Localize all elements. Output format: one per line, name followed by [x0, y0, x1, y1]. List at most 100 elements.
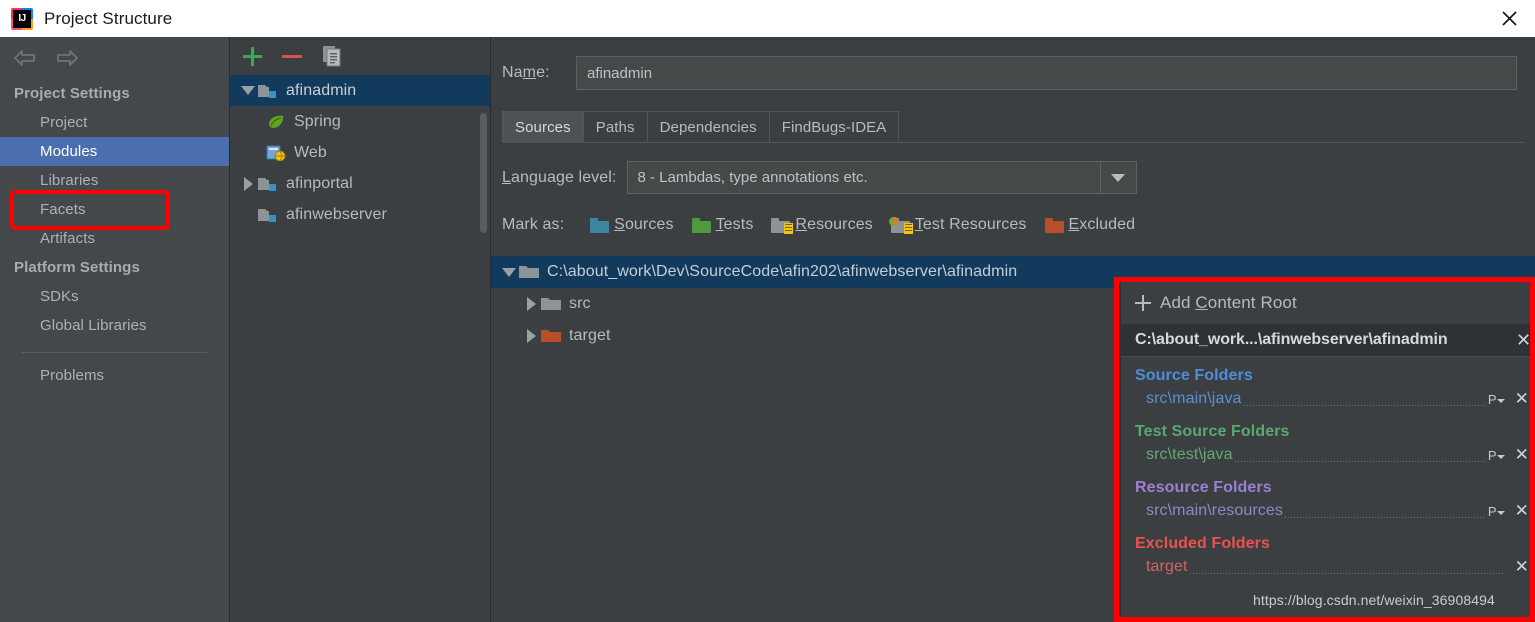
module-tree-row-web[interactable]: Web	[230, 137, 490, 168]
logo-text: IJ	[13, 9, 31, 28]
test-source-folder-item[interactable]: src\test\java P ✕	[1121, 441, 1535, 469]
close-icon[interactable]: ✕	[1515, 557, 1529, 577]
mark-as-row: Mark as: Sources Tests Resources Test Re…	[491, 194, 1535, 234]
test-resources-folder-icon	[888, 216, 913, 234]
close-icon[interactable]: ✕	[1515, 501, 1529, 521]
plus-icon	[1135, 294, 1151, 311]
minus-icon[interactable]	[280, 44, 304, 68]
watermark-text: https://blog.csdn.net/weixin_36908494	[1253, 592, 1495, 608]
window-title: Project Structure	[44, 8, 173, 28]
mark-as-test-resources-button[interactable]: Test Resources	[888, 216, 1027, 234]
add-content-root-button[interactable]: Add Content Root	[1121, 281, 1535, 324]
close-icon[interactable]: ✕	[1515, 445, 1529, 465]
content-root-path: C:\about_work\Dev\SourceCode\afin202\afi…	[547, 263, 1018, 280]
web-facet-icon	[266, 145, 288, 161]
module-name-row: Name:	[491, 37, 1535, 90]
mark-as-resources-button[interactable]: Resources	[771, 216, 873, 234]
forward-arrow-icon[interactable]	[54, 47, 80, 69]
settings-sidebar: Project Settings Project Modules Librari…	[0, 37, 229, 622]
dotted-leader	[1243, 405, 1486, 406]
tab-paths[interactable]: Paths	[582, 111, 648, 142]
mark-as-sources-label: Sources	[614, 216, 674, 233]
add-content-root-label: Add Content Root	[1160, 292, 1297, 312]
module-name-input[interactable]	[576, 56, 1517, 90]
sidebar-item-global-libraries[interactable]: Global Libraries	[0, 311, 229, 340]
test-source-folders-group: Test Source Folders src\test\java P ✕	[1121, 413, 1535, 469]
package-prefix-icon[interactable]: P	[1488, 448, 1505, 463]
excluded-folder-item[interactable]: target ✕	[1121, 553, 1535, 581]
module-tree-scrollbar[interactable]	[477, 113, 490, 413]
chevron-right-icon[interactable]	[521, 297, 541, 311]
mark-as-tests-button[interactable]: Tests	[691, 216, 754, 234]
sidebar-item-problems[interactable]: Problems	[0, 361, 229, 390]
excluded-folder-icon	[1044, 217, 1064, 233]
mark-as-resources-label: Resources	[795, 216, 873, 233]
test-source-folder-path: src\test\java	[1146, 446, 1233, 463]
close-icon[interactable]: ✕	[1516, 330, 1531, 351]
module-tree-row-spring[interactable]: Spring	[230, 106, 490, 137]
source-folders-group: Source Folders src\main\java P ✕	[1121, 357, 1535, 413]
module-list-panel: afinadmin Spring Web afinportal afinwebs…	[229, 37, 490, 622]
folder-icon	[541, 296, 563, 312]
test-source-folders-header: Test Source Folders	[1135, 423, 1290, 440]
copy-glyph	[323, 46, 341, 67]
language-level-value: 8 - Lambdas, type annotations etc.	[637, 169, 868, 186]
content-root-folder-icon	[519, 264, 541, 280]
mark-as-sources-button[interactable]: Sources	[590, 216, 673, 234]
tests-folder-icon	[691, 217, 711, 233]
chevron-right-icon[interactable]	[521, 329, 541, 343]
selected-content-root-row[interactable]: C:\about_work...\afinwebserver\afinadmin…	[1121, 324, 1535, 357]
sidebar-item-sdks[interactable]: SDKs	[0, 282, 229, 311]
plus-icon[interactable]	[240, 44, 264, 68]
mark-as-excluded-label: Excluded	[1068, 216, 1136, 233]
mark-as-tests-label: Tests	[715, 216, 754, 233]
resource-folders-header: Resource Folders	[1135, 479, 1272, 496]
back-arrow-icon[interactable]	[12, 47, 38, 69]
sidebar-divider	[22, 352, 207, 353]
resource-folder-item[interactable]: src\main\resources P ✕	[1121, 497, 1535, 525]
source-folder-path: src\main\java	[1146, 390, 1242, 407]
copy-icon[interactable]	[320, 44, 344, 68]
chevron-down-icon[interactable]	[1099, 162, 1136, 193]
sidebar-item-artifacts[interactable]: Artifacts	[0, 224, 229, 253]
chevron-down-icon[interactable]	[238, 86, 258, 95]
navigation-buttons	[0, 37, 229, 79]
title-bar: IJ Project Structure	[0, 0, 1535, 37]
language-level-row: Language level: 8 - Lambdas, type annota…	[491, 143, 1535, 194]
mark-as-excluded-button[interactable]: Excluded	[1044, 216, 1136, 234]
mark-as-test-resources-label: Test Resources	[914, 216, 1027, 233]
chevron-right-icon[interactable]	[238, 176, 258, 191]
excluded-folder-path: target	[1146, 558, 1188, 575]
scrollbar-thumb[interactable]	[480, 113, 487, 233]
sidebar-item-modules[interactable]: Modules	[0, 137, 229, 166]
tab-dependencies[interactable]: Dependencies	[646, 111, 770, 142]
close-icon[interactable]	[1483, 0, 1535, 37]
folder-name: target	[569, 327, 611, 344]
folder-name: src	[569, 295, 591, 312]
resources-folder-icon	[771, 217, 794, 234]
module-toolbar	[230, 37, 490, 75]
module-folder-icon	[258, 207, 280, 223]
tab-findbugs-idea[interactable]: FindBugs-IDEA	[768, 111, 900, 142]
close-glyph	[1501, 11, 1517, 26]
module-tree-row-afinadmin[interactable]: afinadmin	[230, 75, 490, 106]
module-tree-row-afinwebserver[interactable]: afinwebserver	[230, 199, 490, 230]
sidebar-item-facets[interactable]: Facets	[0, 195, 229, 224]
selected-content-root-path: C:\about_work...\afinwebserver\afinadmin	[1135, 331, 1448, 348]
module-tree-row-afinportal[interactable]: afinportal	[230, 168, 490, 199]
chevron-down-icon[interactable]	[499, 267, 519, 277]
package-prefix-icon[interactable]: P	[1488, 504, 1505, 519]
source-folders-header: Source Folders	[1135, 367, 1253, 384]
source-folder-item[interactable]: src\main\java P ✕	[1121, 385, 1535, 413]
dotted-leader	[1189, 573, 1505, 574]
editor-tabs: Sources Paths Dependencies FindBugs-IDEA	[502, 110, 1535, 142]
close-icon[interactable]: ✕	[1515, 389, 1529, 409]
language-level-dropdown[interactable]: 8 - Lambdas, type annotations etc.	[626, 161, 1137, 194]
module-name: afinadmin	[286, 81, 357, 99]
mark-as-label: Mark as:	[502, 216, 565, 233]
package-prefix-icon[interactable]: P	[1488, 392, 1505, 407]
tab-sources[interactable]: Sources	[502, 111, 584, 142]
sidebar-item-project[interactable]: Project	[0, 108, 229, 137]
name-label: Name:	[502, 64, 550, 81]
sidebar-item-libraries[interactable]: Libraries	[0, 166, 229, 195]
